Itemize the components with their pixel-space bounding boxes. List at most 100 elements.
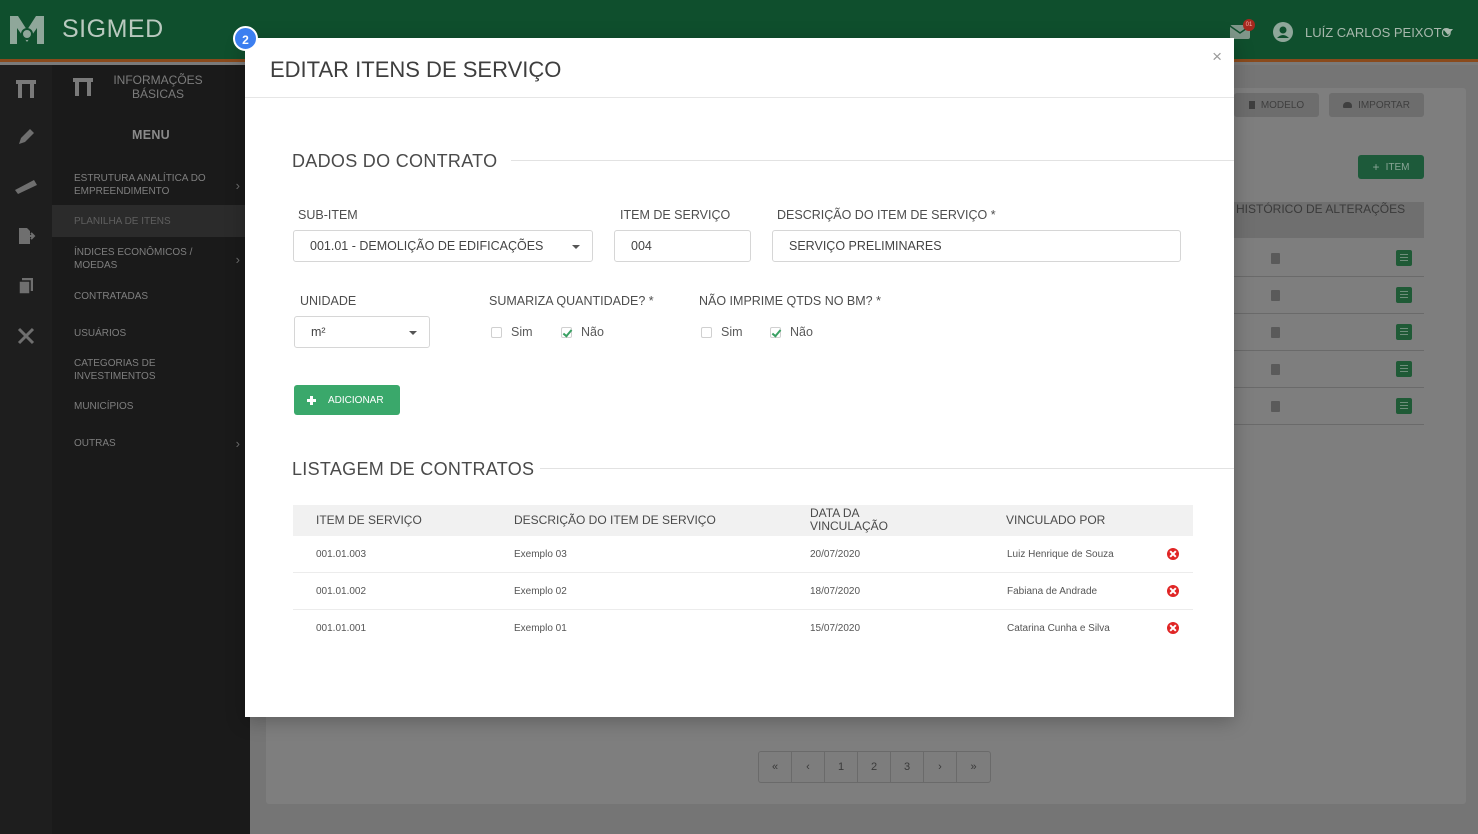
unidade-label: UNIDADE (300, 294, 357, 308)
sigmed-logo-icon (10, 16, 44, 44)
nao-imprime-nao-checkbox[interactable] (770, 326, 781, 338)
subitem-select[interactable]: 001.01 - DEMOLIÇÃO DE EDIFICAÇÕES (293, 230, 593, 262)
app-brand: SIGMED (62, 15, 164, 43)
sidebar-item-label: OUTRAS (74, 437, 116, 449)
list-icon[interactable] (1396, 398, 1412, 414)
contracts-table: ITEM DE SERVIÇO DESCRIÇÃO DO ITEM DE SER… (293, 505, 1193, 647)
plus-icon (307, 395, 316, 405)
nao-imprime-sim-label: Sim (721, 325, 743, 339)
pager-last[interactable]: » (957, 752, 990, 782)
th-data: DATA DA VINCULAÇÃO (810, 506, 889, 533)
unidade-select[interactable]: m² (294, 316, 430, 348)
table-row: 001.01.001 Exemplo 01 15/07/2020 Catarin… (293, 610, 1193, 647)
sidebar-item-contratadas[interactable]: CONTRATADAS (52, 287, 250, 305)
close-icon[interactable]: × (1212, 47, 1222, 67)
cell-data: 18/07/2020 (810, 586, 861, 597)
nao-imprime-sim-checkbox[interactable] (701, 326, 712, 338)
bg-row (1234, 240, 1424, 277)
modal-title: EDITAR ITENS DE SERVIÇO (270, 57, 562, 82)
section-divider (511, 160, 1234, 161)
pager-page-3[interactable]: 3 (891, 752, 924, 782)
sumariza-sim-checkbox[interactable] (491, 326, 502, 338)
file-icon[interactable] (1271, 327, 1280, 338)
sidebar-item-municipios[interactable]: MUNICÍPIOS (52, 397, 250, 415)
sumariza-nao-label: Não (581, 325, 604, 339)
bg-row (1234, 314, 1424, 351)
sidebar-item-label: ÍNDICES ECONÔMICOS / MOEDAS (74, 247, 193, 271)
cloud-upload-icon (1343, 102, 1353, 108)
step-badge: 2 (233, 26, 258, 51)
file-icon (1248, 101, 1255, 109)
delete-icon[interactable] (1167, 622, 1179, 634)
bg-row (1234, 388, 1424, 425)
menu-head-label[interactable]: INFORMAÇÕES BÁSICAS (110, 73, 206, 101)
list-icon[interactable] (1396, 287, 1412, 303)
sidebar-item-outras[interactable]: OUTRAS › (52, 434, 250, 452)
importar-button[interactable]: IMPORTAR (1329, 93, 1424, 117)
delete-icon[interactable] (1167, 548, 1179, 560)
building-icon (16, 80, 36, 98)
rail-export[interactable] (0, 216, 52, 256)
cell-vinculado: Fabiana de Andrade (1007, 586, 1098, 597)
nao-imprime-sim-option[interactable]: Sim (701, 325, 743, 339)
sidebar-item-indices[interactable]: ÍNDICES ECONÔMICOS / MOEDAS › (52, 242, 250, 276)
bg-row (1234, 277, 1424, 314)
table-row: 001.01.002 Exemplo 02 18/07/2020 Fabiana… (293, 573, 1193, 610)
pagination: « ‹ 1 2 3 › » (758, 751, 991, 783)
delete-icon[interactable] (1167, 585, 1179, 597)
file-icon[interactable] (1271, 253, 1280, 264)
list-icon[interactable] (1396, 250, 1412, 266)
table-header: ITEM DE SERVIÇO DESCRIÇÃO DO ITEM DE SER… (293, 505, 1193, 536)
file-icon[interactable] (1271, 290, 1280, 301)
file-icon[interactable] (1271, 364, 1280, 375)
list-icon[interactable] (1396, 324, 1412, 340)
sumariza-nao-checkbox[interactable] (561, 326, 572, 338)
file-icon[interactable] (1271, 401, 1280, 412)
add-item-button[interactable]: + ITEM (1358, 155, 1424, 179)
sidebar-item-label: PLANILHA DE ITENS (74, 215, 171, 227)
unidade-value: m² (311, 325, 326, 339)
caret-down-icon (572, 245, 580, 249)
descricao-input[interactable]: SERVIÇO PRELIMINARES (772, 230, 1181, 262)
sidebar-item-categorias[interactable]: CATEGORIAS DE INVESTIMENTOS (52, 354, 250, 386)
sumariza-nao-option[interactable]: Não (561, 325, 604, 339)
pager-next[interactable]: › (924, 752, 957, 782)
rail-copy[interactable] (0, 266, 52, 306)
cell-vinculado: Catarina Cunha e Silva (1007, 623, 1110, 634)
rail-home[interactable] (0, 69, 52, 109)
descricao-label: DESCRIÇÃO DO ITEM DE SERVIÇO * (777, 208, 996, 222)
user-avatar-icon[interactable] (1273, 22, 1293, 42)
adicionar-button[interactable]: ADICIONAR (294, 385, 400, 415)
modelo-label: MODELO (1260, 99, 1305, 111)
sidebar-item-label: CONTRATADAS (74, 290, 149, 302)
pager-first[interactable]: « (759, 752, 792, 782)
chevron-right-icon: › (235, 435, 240, 451)
nao-imprime-label: NÃO IMPRIME QTDS NO BM? * (699, 294, 881, 308)
copy-icon (18, 278, 33, 295)
list-icon[interactable] (1396, 361, 1412, 377)
section-divider (540, 468, 1234, 469)
sumariza-sim-option[interactable]: Sim (491, 325, 533, 339)
pager-prev[interactable]: ‹ (792, 752, 825, 782)
edit-service-items-modal: EDITAR ITENS DE SERVIÇO × DADOS DO CONTR… (245, 38, 1234, 717)
sidebar-item-usuarios[interactable]: USUÁRIOS (52, 324, 250, 342)
user-name[interactable]: LUÍZ CARLOS PEIXOTO (1305, 25, 1451, 40)
pager-page-2[interactable]: 2 (858, 752, 891, 782)
sidebar-item-label: USUÁRIOS (74, 327, 127, 339)
item-servico-value: 004 (631, 239, 652, 253)
rail-edit[interactable] (0, 117, 52, 157)
sidebar-item-estrutura[interactable]: ESTRUTURA ANALÍTICA DO EMPREENDIMENTO › (52, 168, 250, 202)
importar-label: IMPORTAR (1358, 99, 1410, 111)
item-servico-input[interactable]: 004 (614, 230, 751, 262)
rail-tools[interactable] (0, 316, 52, 356)
chevron-right-icon: › (235, 177, 240, 193)
pager-page-1[interactable]: 1 (825, 752, 858, 782)
modelo-button[interactable]: MODELO (1234, 93, 1319, 117)
cell-item: 001.01.002 (316, 586, 367, 597)
user-menu-caret-icon[interactable] (1443, 29, 1453, 35)
sumariza-sim-label: Sim (511, 325, 533, 339)
nao-imprime-nao-option[interactable]: Não (770, 325, 813, 339)
pencil-icon (19, 129, 34, 144)
rail-ruler[interactable] (0, 166, 52, 206)
sidebar-item-planilha[interactable]: PLANILHA DE ITENS (52, 205, 250, 237)
